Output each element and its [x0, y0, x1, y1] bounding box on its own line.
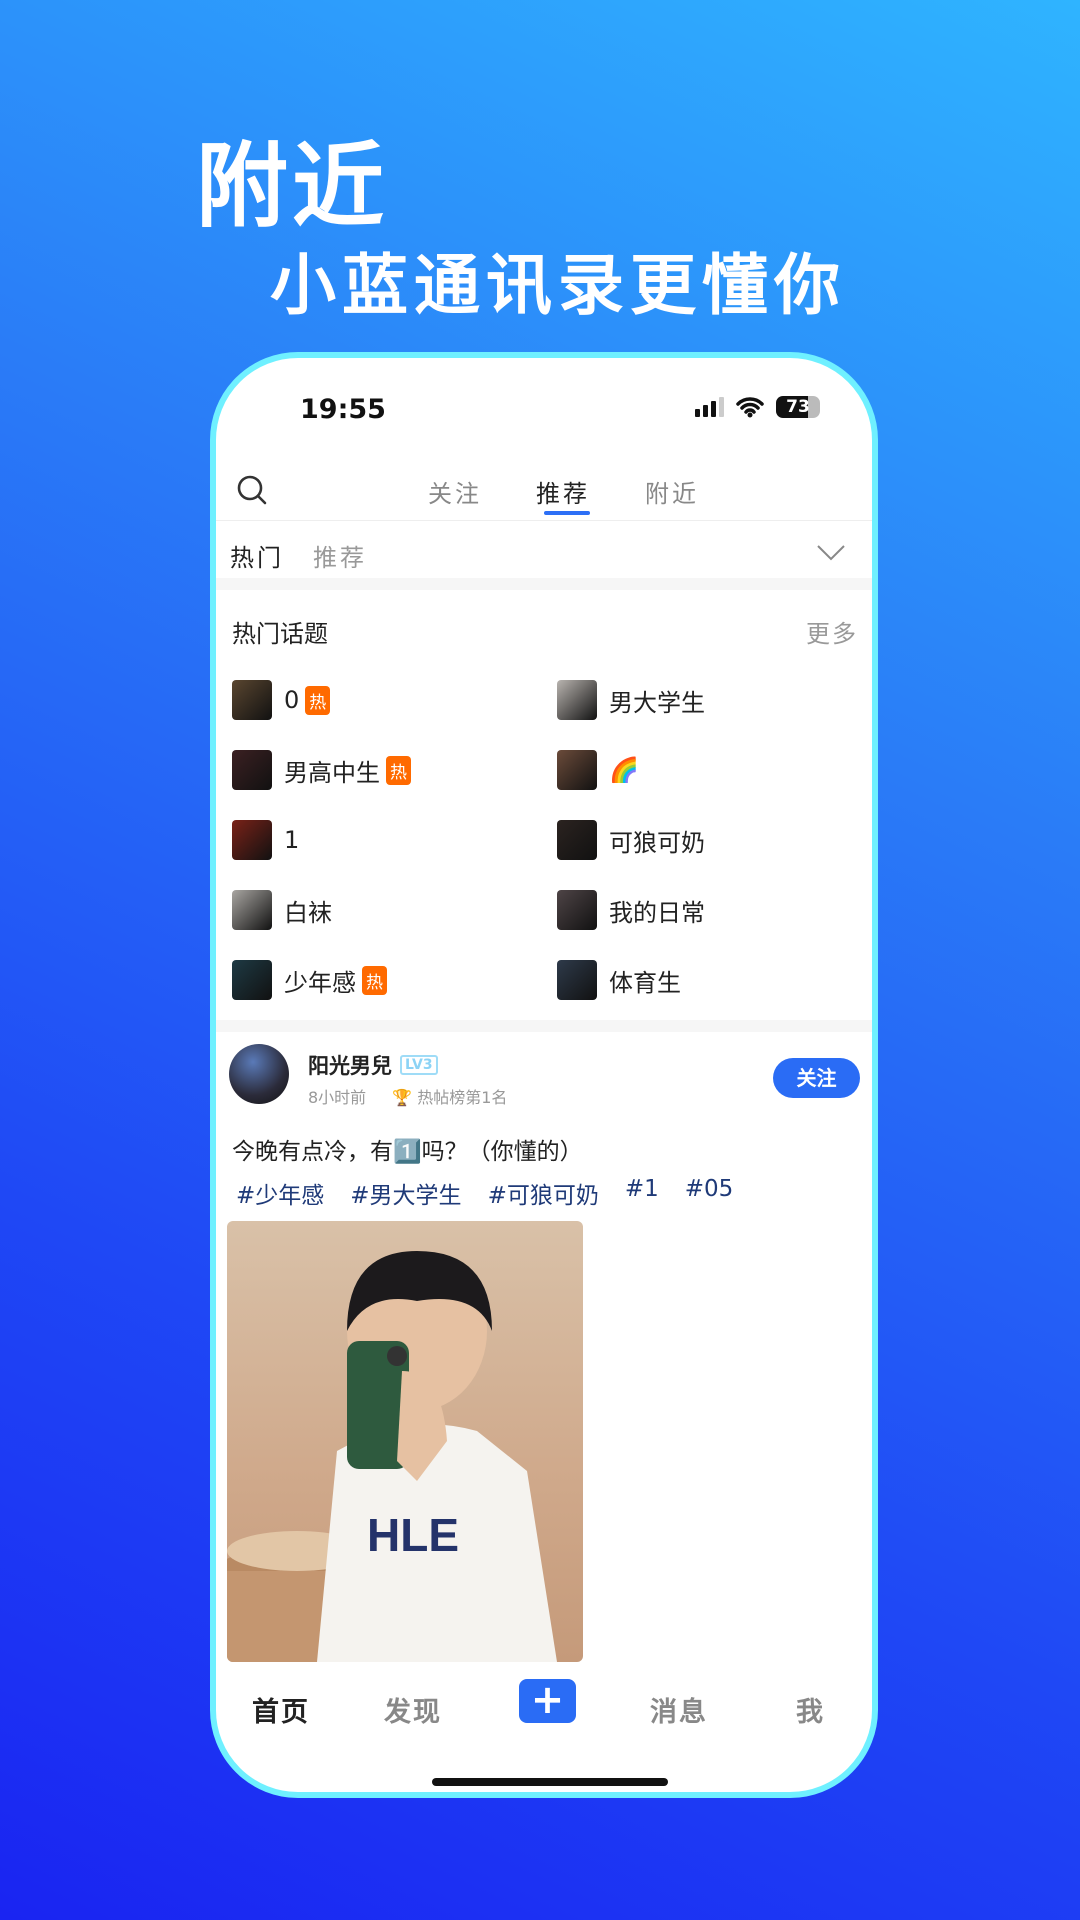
topic-thumbnail	[557, 890, 597, 930]
photo-illustration: HLE	[227, 1251, 557, 1662]
topic-label: 体育生	[609, 968, 681, 997]
hot-topics-title: 热门话题	[232, 620, 328, 648]
topic-item[interactable]: 男大学生	[557, 680, 705, 720]
topic-item[interactable]: 白袜	[232, 890, 332, 930]
tab-nearby[interactable]: 附近	[645, 474, 699, 509]
topic-item[interactable]: 可狼可奶	[557, 820, 705, 860]
topic-thumbnail	[232, 680, 272, 720]
promo-title: 附近	[196, 133, 389, 240]
topic-label: 白袜	[284, 898, 332, 927]
section-separator	[216, 1020, 872, 1032]
topic-label: 男大学生	[609, 688, 705, 717]
tab-recommend[interactable]: 推荐	[536, 474, 590, 509]
phone-frame: 19:55 73 关注 推荐 附近 热门 推荐 热门话题 更多 0 热男大学生 男高…	[210, 352, 878, 1798]
hot-badge: 热	[386, 755, 411, 785]
nav-home[interactable]: 首页	[252, 1690, 310, 1729]
subtab-hot[interactable]: 热门	[230, 538, 284, 573]
trophy-icon: 🏆	[392, 1088, 413, 1107]
topic-item[interactable]: 少年感热	[232, 960, 387, 1000]
topic-item[interactable]: 体育生	[557, 960, 681, 1000]
topic-thumbnail	[557, 960, 597, 1000]
topic-thumbnail	[557, 680, 597, 720]
rank-text: 热帖榜第1名	[417, 1088, 508, 1107]
level-badge: LV3	[400, 1055, 438, 1075]
search-icon[interactable]	[236, 474, 268, 506]
topic-thumbnail	[232, 750, 272, 790]
subtab-recommend[interactable]: 推荐	[313, 538, 367, 573]
battery-icon: 73	[776, 396, 820, 418]
home-indicator	[432, 1778, 668, 1786]
topic-label: 我的日常	[609, 898, 705, 927]
follow-button[interactable]: 关注	[773, 1058, 860, 1098]
more-link[interactable]: 更多	[806, 614, 858, 649]
hashtag[interactable]: #少年感	[236, 1176, 324, 1210]
topic-item[interactable]: 男高中生热	[232, 750, 411, 790]
avatar[interactable]	[229, 1044, 289, 1104]
post-author[interactable]: 阳光男兒 LV3	[308, 1050, 438, 1080]
author-name: 阳光男兒	[308, 1054, 392, 1078]
topic-item[interactable]: 0热	[232, 680, 331, 720]
topic-thumbnail	[232, 890, 272, 930]
hashtag[interactable]: #可狼可奶	[488, 1176, 599, 1210]
topic-label: 男高中生	[284, 758, 380, 787]
hot-badge: 热	[362, 965, 387, 995]
topic-label: 可狼可奶	[609, 828, 705, 857]
topic-label: 0	[284, 686, 300, 714]
post-time: 8小时前	[308, 1088, 367, 1107]
svg-text:HLE: HLE	[367, 1509, 459, 1561]
hashtag[interactable]: #05	[685, 1176, 734, 1210]
section-separator	[216, 578, 872, 590]
hashtag[interactable]: #1	[625, 1176, 659, 1210]
topic-item[interactable]: 1	[232, 820, 299, 860]
rank-badge: 🏆 热帖榜第1名	[392, 1084, 507, 1108]
wifi-icon	[736, 397, 764, 418]
nav-messages[interactable]: 消息	[650, 1690, 708, 1729]
post-image[interactable]: HLE	[227, 1221, 583, 1662]
topic-thumbnail	[557, 750, 597, 790]
topic-item[interactable]: 🌈	[557, 750, 639, 790]
divider	[216, 520, 872, 521]
chevron-down-icon[interactable]	[816, 544, 846, 562]
topic-thumbnail	[557, 820, 597, 860]
topic-item[interactable]: 我的日常	[557, 890, 705, 930]
hashtag[interactable]: #男大学生	[350, 1176, 461, 1210]
promo-subtitle: 小蓝通讯录更懂你	[270, 247, 846, 324]
signal-icon	[695, 397, 724, 417]
post-create-button[interactable]: +	[519, 1679, 576, 1723]
nav-discover[interactable]: 发现	[384, 1690, 442, 1729]
topic-thumbnail	[232, 820, 272, 860]
topic-label: 少年感	[284, 968, 356, 997]
status-time: 19:55	[300, 394, 386, 425]
topic-thumbnail	[232, 960, 272, 1000]
topic-label: 1	[284, 826, 300, 854]
tab-follow[interactable]: 关注	[428, 474, 482, 509]
post-tags: #少年感 #男大学生 #可狼可奶 #1 #05	[236, 1176, 733, 1210]
tab-indicator	[544, 511, 590, 515]
status-icons: 73	[695, 396, 820, 418]
post-meta: 8小时前 🏆 热帖榜第1名	[308, 1084, 507, 1108]
hot-badge: 热	[305, 685, 331, 715]
nav-me[interactable]: 我	[796, 1690, 825, 1729]
post-text: 今晚有点冷，有1️⃣吗？（你懂的）	[232, 1139, 583, 1165]
topic-label: 🌈	[609, 756, 639, 784]
